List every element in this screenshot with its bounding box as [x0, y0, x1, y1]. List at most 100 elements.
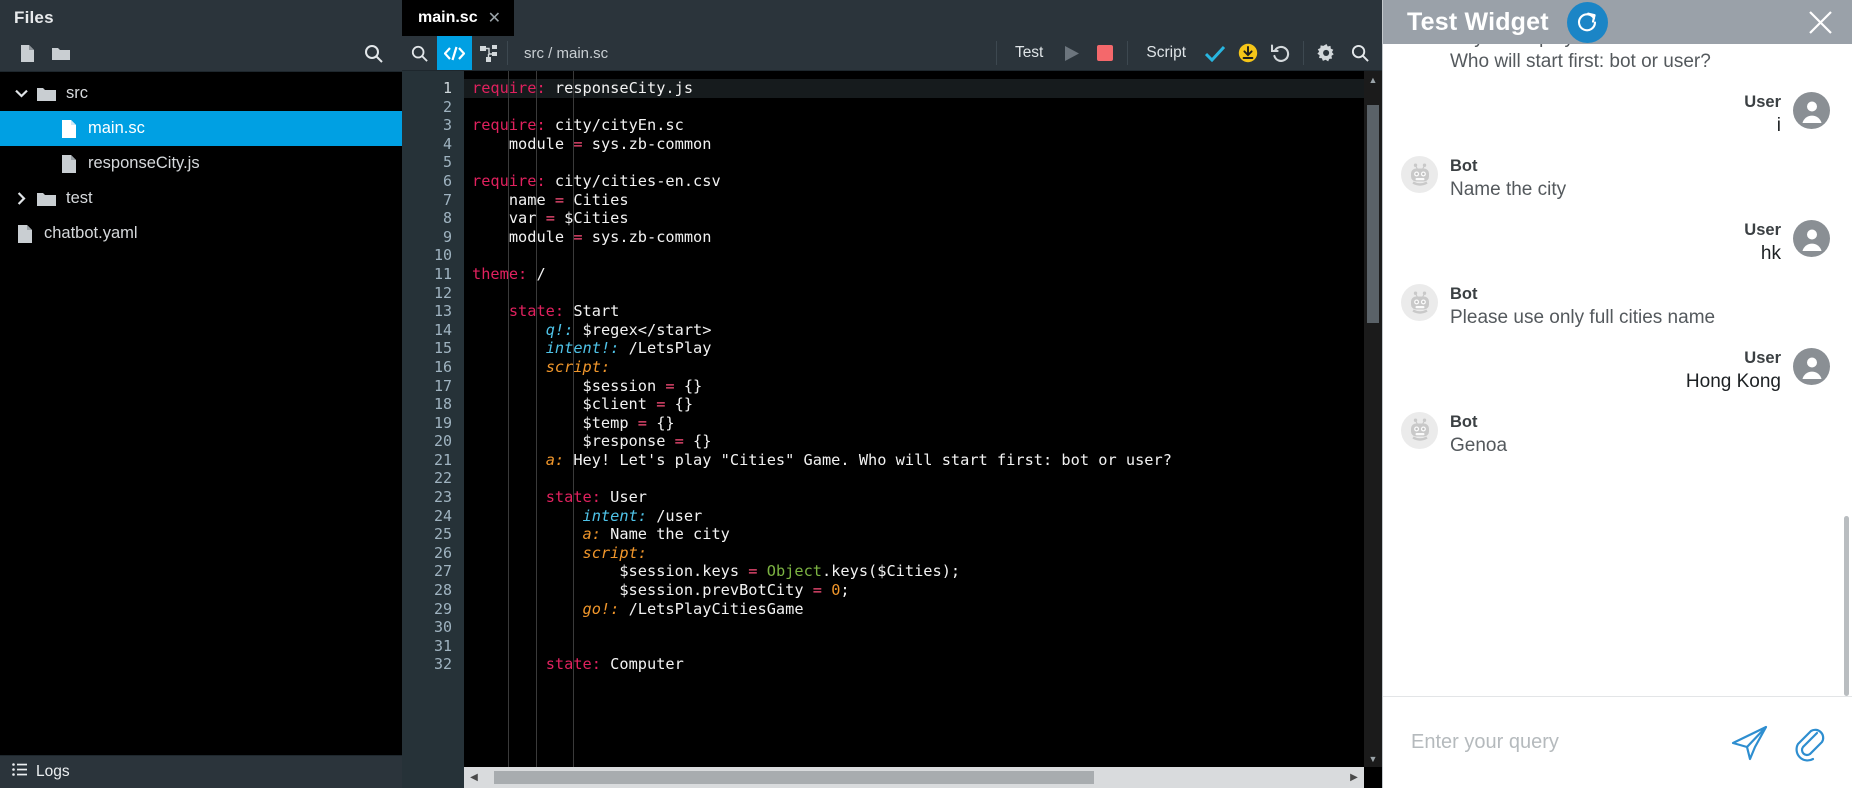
code-token: =: [573, 134, 583, 153]
code-line: intent: /user: [472, 507, 1382, 526]
new-folder-icon[interactable]: [44, 39, 78, 69]
code-brackets-icon[interactable]: [437, 36, 472, 70]
code-line: go!: /LetsPlayCitiesGame: [472, 600, 1382, 619]
line-number-gutter: 1 2 3 4 5 6 7 8 9 10 11 12 13 14 15 16 17 18 19 20 21 22 23 24 2…: [402, 71, 464, 788]
code-line: $temp = {}: [472, 414, 1382, 433]
code-token: Name the city: [600, 525, 730, 544]
logs-bar[interactable]: Logs: [0, 755, 402, 788]
code-token: $session.prevBotCity: [472, 581, 813, 600]
horizontal-scroll-track[interactable]: [484, 767, 1344, 788]
chat-transcript[interactable]: Bot Hey! Let's play "Cities" Game. Who wi…: [1383, 44, 1852, 696]
code-token: /LetsPlay: [619, 339, 712, 358]
play-icon[interactable]: [1055, 36, 1088, 71]
chevron-down-icon[interactable]: [10, 89, 32, 98]
download-circle-icon[interactable]: [1231, 36, 1264, 71]
code-token: responseCity.js: [545, 79, 694, 97]
code-token: {}: [665, 395, 694, 414]
new-file-icon[interactable]: [10, 39, 44, 69]
tree-item-main-sc[interactable]: main.sc: [0, 111, 402, 146]
message-bubble: Bot Please use only full cities name: [1450, 284, 1715, 330]
message-text: Genoa: [1450, 434, 1508, 456]
tree-item-chatbot-yaml[interactable]: chatbot.yaml: [0, 216, 402, 251]
message-text: Name the city: [1450, 178, 1567, 200]
horizontal-scroll-thumb[interactable]: [494, 771, 1094, 784]
message-author: Bot: [1450, 157, 1478, 176]
message-bubble: Bot Genoa: [1450, 412, 1507, 458]
test-widget-panel: Test Widget Bot Hey! Let's play "Cities" …: [1382, 0, 1852, 788]
line-number: 18: [433, 395, 452, 414]
message-bubble: User i: [1744, 92, 1781, 138]
code-token: {}: [683, 432, 712, 451]
chevron-right-icon[interactable]: [10, 192, 32, 205]
search-icon[interactable]: [402, 36, 437, 70]
code-token: $Cities: [554, 209, 629, 228]
search-icon[interactable]: [1343, 36, 1376, 71]
folder-icon: [32, 86, 60, 102]
tree-item-label: responseCity.js: [88, 154, 200, 172]
scroll-left-icon[interactable]: ◀: [464, 767, 484, 788]
test-widget-header: Test Widget: [1383, 0, 1852, 44]
undo-icon[interactable]: [1264, 36, 1297, 71]
files-panel-title: Files: [0, 0, 402, 36]
close-icon[interactable]: ✕: [488, 8, 501, 28]
gear-icon[interactable]: [1310, 36, 1343, 71]
tree-item-test[interactable]: test: [0, 181, 402, 216]
code-token: city/cities-en.csv: [545, 171, 721, 190]
message-bubble: User Hong Kong: [1686, 348, 1781, 394]
sitemap-icon[interactable]: [472, 36, 507, 70]
chat-composer: [1383, 696, 1852, 788]
paperclip-icon[interactable]: [1792, 724, 1826, 762]
code-line: theme: /: [472, 265, 1382, 284]
line-number: 26: [433, 543, 452, 562]
send-plane-icon[interactable]: [1730, 724, 1770, 762]
tree-item-responsecity-js[interactable]: responseCity.js: [0, 146, 402, 181]
code-line: intent!: /LetsPlay: [472, 339, 1382, 358]
stop-square-icon[interactable]: [1088, 36, 1121, 71]
scroll-right-icon[interactable]: ▶: [1344, 767, 1364, 788]
line-number: 7: [442, 190, 452, 209]
list-icon: [12, 763, 27, 781]
line-number: 14: [433, 320, 452, 339]
line-number: 29: [433, 599, 452, 618]
scroll-up-icon[interactable]: ▲: [1364, 71, 1382, 88]
code-token: Computer: [600, 655, 684, 674]
line-number: 30: [433, 618, 452, 637]
bot-message: Bot Name the city: [1401, 156, 1830, 202]
line-number: 27: [433, 562, 452, 581]
line-number: 6: [442, 171, 452, 190]
indent-guide: [573, 71, 574, 788]
code-content[interactable]: require: responseCity.js require: city/c…: [464, 71, 1382, 788]
code-token: theme:: [472, 264, 528, 283]
code-token: $session: [472, 376, 666, 395]
code-token: Object: [766, 562, 822, 581]
file-tree: src main.sc responseCity.js test chatbot.yam…: [0, 72, 402, 755]
code-editor[interactable]: 1 2 3 4 5 6 7 8 9 10 11 12 13 14 15 16 17 18 19 20 21 22 23 24 2…: [402, 71, 1382, 788]
close-icon[interactable]: [1807, 9, 1834, 36]
editor-horizontal-scrollbar[interactable]: ◀ ▶: [464, 767, 1364, 788]
tree-item-label: test: [66, 189, 93, 207]
code-line: $session = {}: [472, 377, 1382, 396]
search-icon[interactable]: [356, 39, 390, 69]
code-line: name = Cities: [472, 191, 1382, 210]
code-token: Hey! Let's play "Cities" Game. Who will …: [564, 450, 1172, 469]
tree-item-src[interactable]: src: [0, 76, 402, 111]
query-input[interactable]: [1411, 731, 1708, 754]
refresh-icon[interactable]: [1566, 1, 1608, 43]
test-widget-title: Test Widget: [1407, 7, 1549, 36]
code-line: $session.prevBotCity = 0;: [472, 581, 1382, 600]
code-token: {}: [674, 376, 703, 395]
tab-main-sc[interactable]: main.sc ✕: [402, 0, 514, 36]
chat-scroll-thumb[interactable]: [1844, 516, 1849, 696]
scroll-down-icon[interactable]: ▼: [1364, 750, 1382, 767]
vertical-scroll-thumb[interactable]: [1367, 105, 1379, 323]
code-token: sys.zb-common: [582, 227, 712, 246]
code-token: =: [748, 562, 758, 581]
check-icon[interactable]: [1198, 36, 1231, 71]
code-token: go!:: [582, 599, 620, 618]
code-token: /user: [646, 506, 703, 525]
editor-vertical-scrollbar[interactable]: ▲ ▼: [1364, 71, 1382, 767]
